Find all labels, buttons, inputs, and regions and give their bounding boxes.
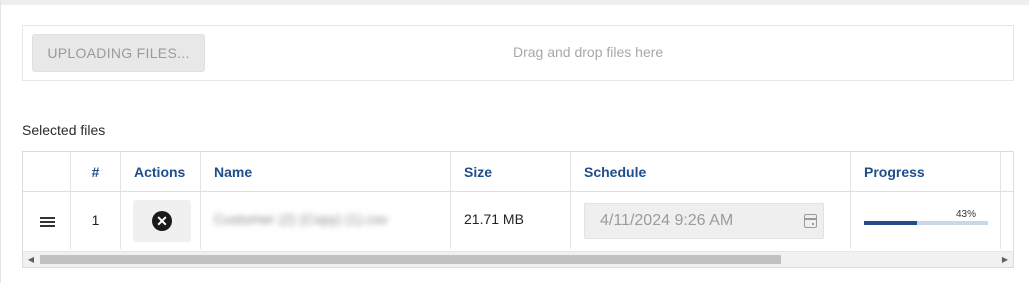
filler-cell: [1001, 192, 1013, 249]
horizontal-scrollbar[interactable]: ◀ ▶: [23, 251, 1013, 267]
progress-cell: 43%: [851, 192, 1001, 249]
drag-cell: [23, 192, 71, 249]
section-title: Selected files: [22, 122, 106, 138]
name-cell: Customer (2) (Copy) (1).csv: [201, 192, 451, 249]
actions-cell: ✕: [121, 192, 201, 249]
column-header-filler: [1001, 152, 1013, 191]
grid-header-row: # Actions Name Size Schedule Progress: [23, 152, 1013, 192]
schedule-datetime-input[interactable]: 4/11/2024 9:26 AM: [584, 203, 824, 239]
column-header-index: #: [71, 152, 121, 191]
index-cell: 1: [71, 192, 121, 249]
row-index: 1: [91, 212, 100, 228]
top-bar: [0, 0, 1029, 5]
schedule-cell: 4/11/2024 9:26 AM: [571, 192, 851, 249]
upload-files-button[interactable]: UPLOADING FILES...: [32, 34, 205, 72]
left-border: [0, 0, 1, 283]
file-size: 21.71 MB: [464, 211, 524, 227]
remove-file-button[interactable]: ✕: [133, 200, 191, 242]
column-header-actions: Actions: [121, 152, 201, 191]
column-header-drag: [23, 152, 71, 191]
drop-hint-text: Drag and drop files here: [513, 44, 664, 60]
remove-circle-icon: ✕: [152, 211, 172, 231]
progress-bar-fill: [864, 221, 918, 225]
file-name: Customer (2) (Copy) (1).csv: [214, 211, 388, 227]
file-drop-zone[interactable]: UPLOADING FILES... Drag and drop files h…: [22, 25, 1014, 81]
drag-handle-icon[interactable]: [40, 217, 55, 229]
column-header-schedule: Schedule: [571, 152, 851, 191]
scroll-right-arrow-icon[interactable]: ▶: [997, 252, 1013, 267]
progress-percent: 43%: [956, 209, 977, 220]
column-header-name: Name: [201, 152, 451, 191]
scrollbar-thumb[interactable]: [40, 255, 781, 264]
calendar-icon[interactable]: [804, 214, 817, 228]
column-header-progress: Progress: [851, 152, 1001, 191]
column-header-size: Size: [451, 152, 571, 191]
selected-files-grid: # Actions Name Size Schedule Progress 1 …: [22, 151, 1014, 268]
size-cell: 21.71 MB: [451, 192, 571, 249]
progress-bar: [864, 221, 988, 225]
table-row: 1 ✕ Customer (2) (Copy) (1).csv 21.71 MB…: [23, 192, 1013, 249]
schedule-datetime-value: 4/11/2024 9:26 AM: [600, 212, 734, 229]
scroll-left-arrow-icon[interactable]: ◀: [23, 252, 39, 267]
